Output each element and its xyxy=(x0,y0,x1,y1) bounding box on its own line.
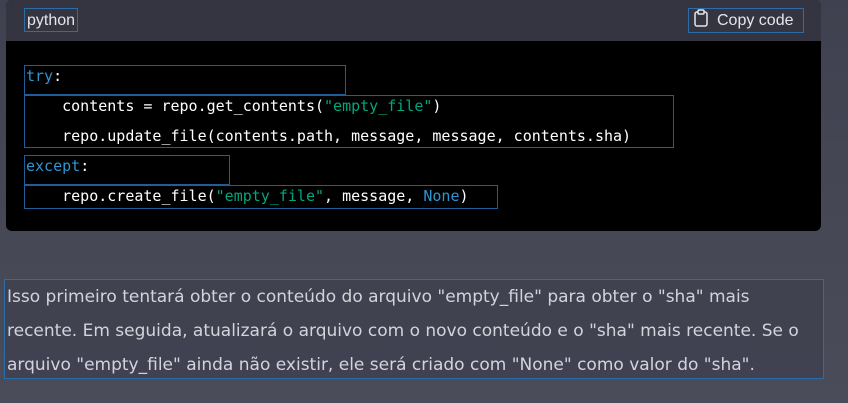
clipboard-icon xyxy=(689,9,717,32)
explanation-paragraph: Isso primeiro tentará obter o conteúdo d… xyxy=(4,279,824,379)
code-line: except: xyxy=(26,156,89,176)
code-line: contents = repo.get_contents("empty_file… xyxy=(26,96,441,116)
copy-code-label: Copy code xyxy=(717,11,794,29)
copy-code-button[interactable]: Copy code xyxy=(688,8,804,33)
code-keyword: None xyxy=(423,187,460,205)
code-text: ) xyxy=(432,97,442,115)
code-text: : xyxy=(53,67,63,85)
code-text: repo.update_file(contents.path, message,… xyxy=(26,127,632,145)
code-block: python Copy code try: contents = repo.ge… xyxy=(6,0,821,231)
selection-highlight xyxy=(24,65,346,95)
code-block-header: python Copy code xyxy=(6,0,821,41)
code-string: "empty_file" xyxy=(215,187,325,205)
code-text: repo.create_file( xyxy=(26,187,216,205)
code-language-label: python xyxy=(24,8,79,32)
code-text: contents = repo.get_contents( xyxy=(26,97,325,115)
code-body: try: contents = repo.get_contents("empty… xyxy=(6,41,821,231)
code-line: repo.create_file("empty_file", message, … xyxy=(26,186,469,206)
code-text: : xyxy=(80,157,90,175)
code-keyword: except xyxy=(26,157,81,175)
code-line: try: xyxy=(26,66,62,86)
code-text: , message, xyxy=(324,187,424,205)
code-text: ) xyxy=(459,187,469,205)
code-keyword: try xyxy=(26,67,54,85)
code-line: repo.update_file(contents.path, message,… xyxy=(26,126,631,146)
code-string: "empty_file" xyxy=(324,97,433,115)
